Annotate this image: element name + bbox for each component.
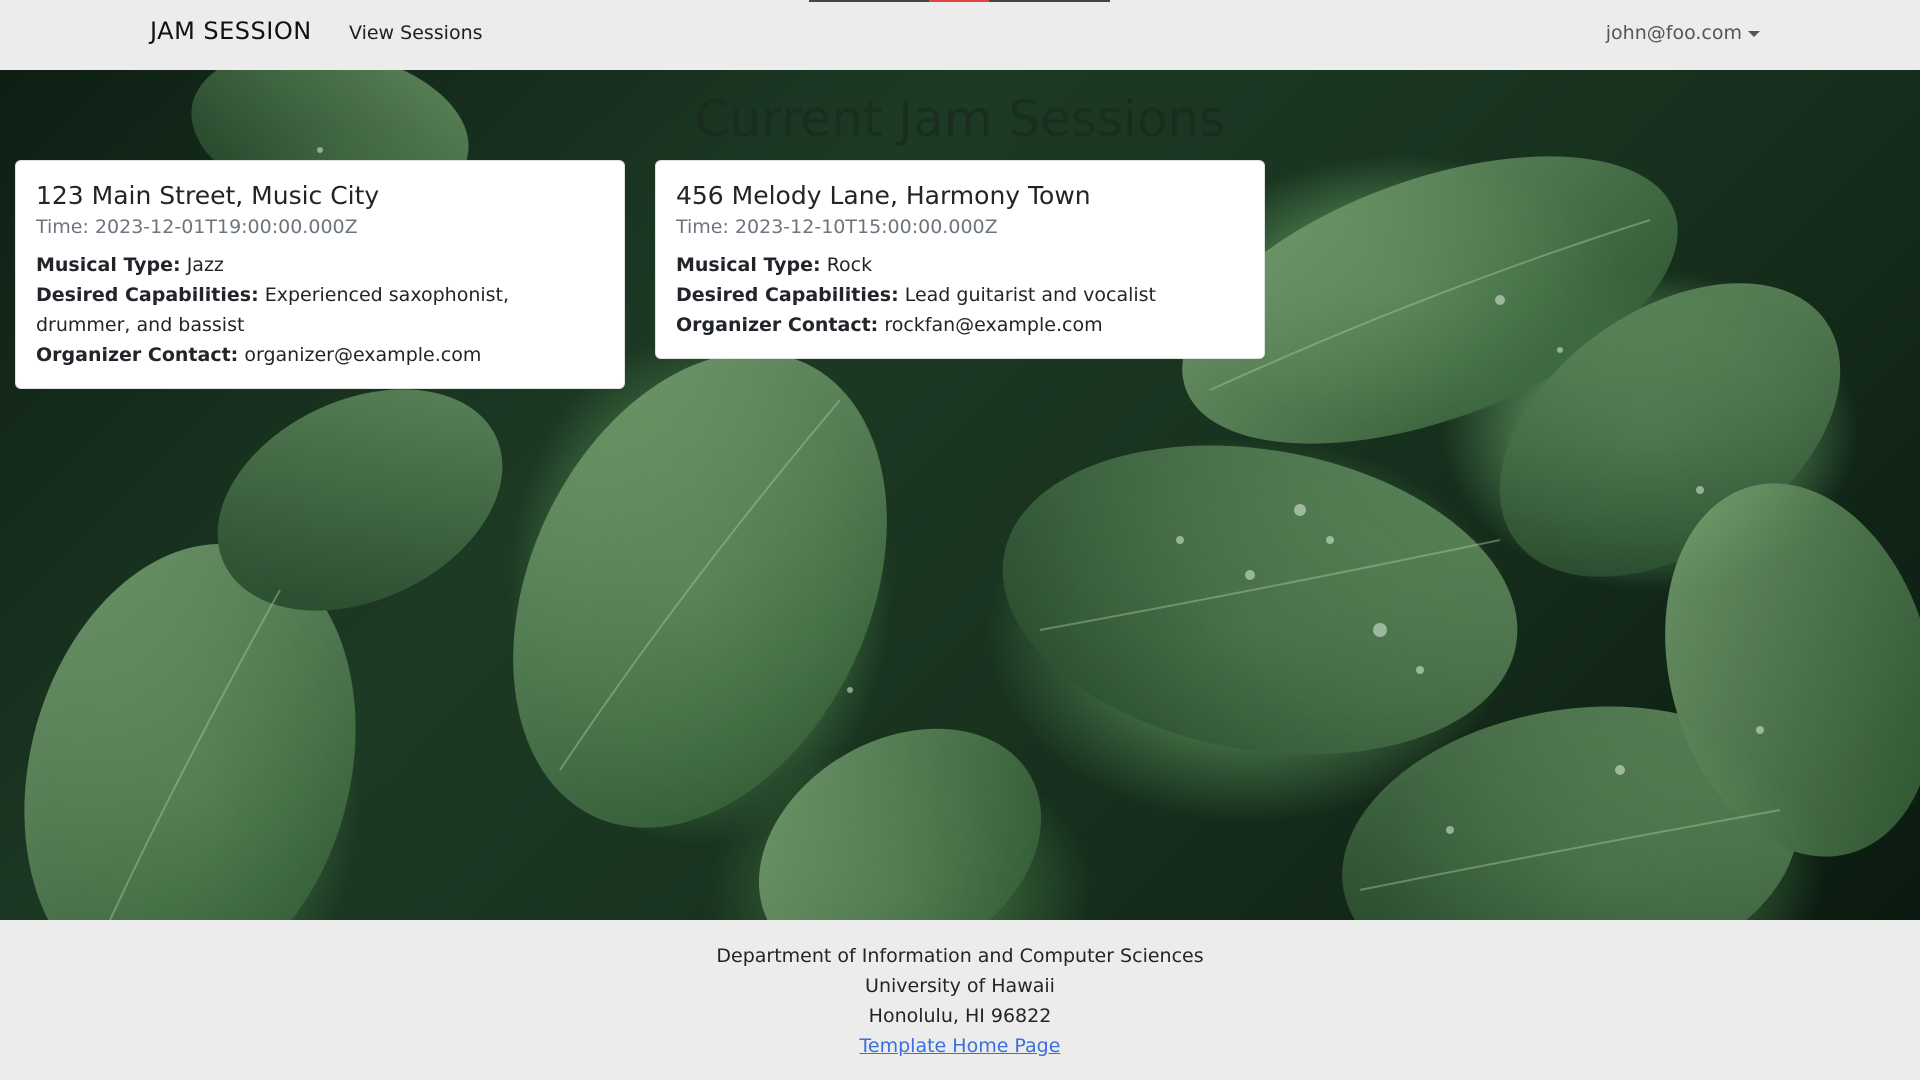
- musical-type-value: Jazz: [186, 254, 224, 276]
- session-location: 123 Main Street, Music City: [36, 181, 380, 210]
- session-musical-type: Musical Type: Rock: [676, 250, 1244, 280]
- footer: Department of Information and Computer S…: [0, 920, 1920, 1080]
- user-email: john@foo.com: [1605, 22, 1742, 44]
- contact-value: organizer@example.com: [244, 344, 482, 366]
- hero-section: Current Jam Sessions 123 Main Street, Mu…: [0, 70, 1920, 920]
- top-progress-indicator: [809, 0, 1110, 2]
- session-contact: Organizer Contact: organizer@example.com: [36, 340, 604, 370]
- musical-type-label: Musical Type:: [36, 254, 181, 276]
- page-title: Current Jam Sessions: [694, 90, 1226, 148]
- contact-value: rockfan@example.com: [884, 314, 1103, 336]
- caret-down-icon: [1748, 31, 1760, 37]
- nav-link-view-sessions[interactable]: View Sessions: [349, 22, 483, 44]
- contact-label: Organizer Contact:: [676, 314, 879, 336]
- session-musical-type: Musical Type: Jazz: [36, 250, 604, 280]
- footer-university: University of Hawaii: [865, 975, 1055, 997]
- contact-label: Organizer Contact:: [36, 344, 239, 366]
- user-menu-dropdown[interactable]: john@foo.com: [1606, 22, 1760, 44]
- capabilities-label: Desired Capabilities:: [36, 284, 259, 306]
- session-capabilities: Desired Capabilities: Lead guitarist and…: [676, 280, 1244, 310]
- musical-type-label: Musical Type:: [676, 254, 821, 276]
- session-time-value: 2023-12-01T19:00:00.000Z: [94, 216, 358, 238]
- template-home-link[interactable]: Template Home Page: [860, 1035, 1061, 1057]
- session-time: Time: 2023-12-01T19:00:00.000Z: [36, 216, 604, 238]
- navbar: JAM SESSION View Sessions john@foo.com: [0, 0, 1920, 70]
- capabilities-value: Lead guitarist and vocalist: [904, 284, 1157, 306]
- session-card: 123 Main Street, Music City Time: 2023-1…: [15, 160, 625, 389]
- footer-address: Honolulu, HI 96822: [868, 1005, 1052, 1027]
- session-time-label: Time:: [36, 216, 89, 238]
- session-location: 456 Melody Lane, Harmony Town: [676, 181, 1091, 210]
- session-card: 456 Melody Lane, Harmony Town Time: 2023…: [655, 160, 1265, 359]
- musical-type-value: Rock: [826, 254, 873, 276]
- session-contact: Organizer Contact: rockfan@example.com: [676, 310, 1244, 340]
- session-time-label: Time:: [676, 216, 729, 238]
- session-capabilities: Desired Capabilities: Experienced saxoph…: [36, 280, 604, 340]
- top-progress-indicator-active: [929, 0, 989, 2]
- session-time: Time: 2023-12-10T15:00:00.000Z: [676, 216, 1244, 238]
- brand-link[interactable]: JAM SESSION: [150, 17, 312, 45]
- footer-department: Department of Information and Computer S…: [716, 945, 1204, 967]
- capabilities-label: Desired Capabilities:: [676, 284, 899, 306]
- session-time-value: 2023-12-10T15:00:00.000Z: [734, 216, 998, 238]
